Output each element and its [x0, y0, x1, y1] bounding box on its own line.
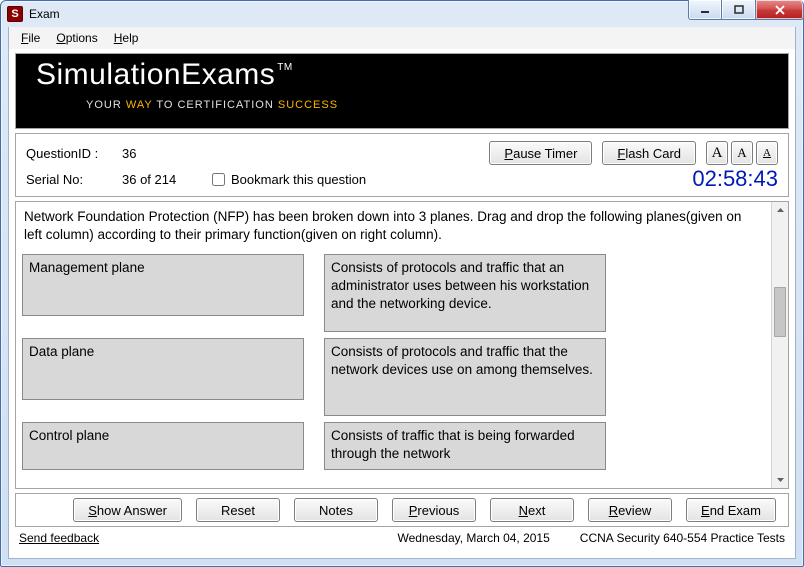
drag-drop-row: Data plane Consists of protocols and tra… — [22, 338, 765, 416]
action-button-row: Show Answer Reset Notes Previous Next Re… — [15, 493, 789, 527]
scroll-up-button[interactable] — [772, 202, 788, 219]
question-body: Network Foundation Protection (NFP) has … — [16, 202, 771, 488]
bookmark-label: Bookmark this question — [231, 172, 366, 187]
drag-drop-row: Management plane Consists of protocols a… — [22, 254, 765, 332]
end-exam-button[interactable]: End Exam — [686, 498, 776, 522]
menu-file[interactable]: File — [15, 29, 46, 47]
window-frame: S Exam File Options Help SimulationExams… — [0, 0, 804, 567]
scrollbar-thumb[interactable] — [774, 287, 786, 337]
send-feedback-link[interactable]: Send feedback — [19, 531, 99, 545]
drag-source-management-plane[interactable]: Management plane — [22, 254, 304, 316]
timer-display: 02:58:43 — [674, 166, 778, 192]
font-small-button[interactable]: A — [756, 141, 778, 165]
flash-card-button[interactable]: Flash Card — [602, 141, 696, 165]
question-id-label: QuestionID : — [26, 146, 122, 161]
drag-source-control-plane[interactable]: Control plane — [22, 422, 304, 470]
scrollbar-track[interactable] — [772, 219, 788, 471]
brand-title: SimulationExamsTM — [36, 58, 291, 92]
title-bar[interactable]: S Exam — [1, 1, 803, 27]
brand-banner: SimulationExamsTM YOUR WAY TO CERTIFICAT… — [15, 53, 789, 129]
serial-no-value: 36 of 214 — [122, 172, 212, 187]
window-title: Exam — [29, 7, 60, 21]
scroll-down-button[interactable] — [772, 471, 788, 488]
app-icon: S — [7, 6, 23, 22]
brand-tagline: YOUR WAY TO CERTIFICATION SUCCESS — [86, 99, 338, 111]
minimize-button[interactable] — [688, 0, 722, 20]
drop-target-3[interactable]: Consists of traffic that is being forwar… — [324, 422, 606, 470]
maximize-button[interactable] — [722, 0, 756, 20]
vertical-scrollbar[interactable] — [771, 202, 788, 488]
pause-timer-button[interactable]: Pause Timer — [489, 141, 592, 165]
window-controls — [688, 0, 804, 20]
question-panel: Network Foundation Protection (NFP) has … — [15, 201, 789, 489]
next-button[interactable]: Next — [490, 498, 574, 522]
question-header-panel: QuestionID : 36 Pause Timer Flash Card A… — [15, 133, 789, 197]
font-medium-button[interactable]: A — [731, 141, 753, 165]
status-bar: Send feedback Wednesday, March 04, 2015 … — [9, 529, 795, 549]
review-button[interactable]: Review — [588, 498, 672, 522]
font-large-button[interactable]: A — [706, 141, 728, 165]
drop-target-2[interactable]: Consists of protocols and traffic that t… — [324, 338, 606, 416]
show-answer-button[interactable]: Show Answer — [73, 498, 182, 522]
bookmark-checkbox-input[interactable] — [212, 173, 225, 186]
question-id-value: 36 — [122, 146, 212, 161]
bookmark-checkbox[interactable]: Bookmark this question — [212, 172, 366, 187]
drag-drop-row: Control plane Consists of traffic that i… — [22, 422, 765, 470]
status-test-name: CCNA Security 640-554 Practice Tests — [580, 531, 785, 545]
status-date: Wednesday, March 04, 2015 — [397, 531, 549, 545]
drag-source-data-plane[interactable]: Data plane — [22, 338, 304, 400]
drop-target-1[interactable]: Consists of protocols and traffic that a… — [324, 254, 606, 332]
menu-help[interactable]: Help — [108, 29, 145, 47]
client-area: File Options Help SimulationExamsTM YOUR… — [8, 27, 796, 559]
reset-button[interactable]: Reset — [196, 498, 280, 522]
notes-button[interactable]: Notes — [294, 498, 378, 522]
font-size-controls: A A A — [706, 141, 778, 165]
menu-bar: File Options Help — [9, 27, 795, 49]
question-text: Network Foundation Protection (NFP) has … — [24, 208, 763, 244]
close-button[interactable] — [756, 0, 804, 20]
menu-options[interactable]: Options — [50, 29, 103, 47]
serial-no-label: Serial No: — [26, 172, 122, 187]
previous-button[interactable]: Previous — [392, 498, 476, 522]
